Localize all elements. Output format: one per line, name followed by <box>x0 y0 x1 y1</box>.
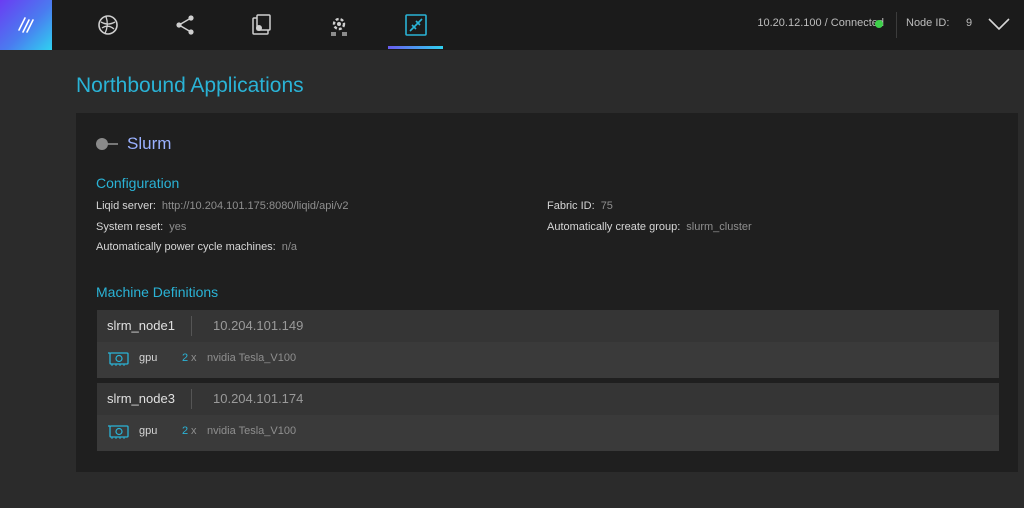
node-id-label: Node ID: <box>906 17 950 29</box>
connection-status-text: 10.20.12.100 / Connected <box>757 17 884 29</box>
share-network-icon <box>176 15 194 35</box>
system-reset-row: System reset: yes <box>96 221 186 233</box>
header-divider <box>896 12 897 38</box>
machine-ip: 10.204.101.174 <box>213 391 304 406</box>
dashboard-icon <box>98 15 118 35</box>
liqid-server-value: http://10.204.101.175:8080/liqid/api/v2 <box>161 200 349 212</box>
machine-device-row: gpu 2 x nvidia Tesla_V100 <box>97 342 999 378</box>
fabric-id-value: 75 <box>600 200 613 212</box>
nav-settings[interactable] <box>324 10 354 40</box>
gpu-icon <box>108 425 129 439</box>
top-bar: 10.20.12.100 / Connected Node ID: 9 <box>0 0 1024 50</box>
app-name: Slurm <box>127 134 172 153</box>
active-nav-indicator <box>388 46 443 49</box>
power-cycle-row: Automatically power cycle machines: n/a <box>96 241 297 253</box>
gpu-icon <box>108 352 129 366</box>
device-model: nvidia Tesla_V100 <box>207 425 297 437</box>
create-group-label: Automatically create group: <box>547 221 681 233</box>
device-multiplier: x <box>191 352 197 364</box>
nav-northbound-apps[interactable] <box>401 10 431 40</box>
device-multiplier: x <box>191 425 197 437</box>
chevron-down-icon[interactable] <box>987 16 1011 32</box>
device-type: gpu <box>139 352 158 364</box>
device-model: nvidia Tesla_V100 <box>207 352 297 364</box>
power-cycle-label: Automatically power cycle machines: <box>96 241 276 253</box>
device-count: 2 <box>182 352 189 364</box>
liqid-server-label: Liqid server: <box>96 200 156 212</box>
page-title: Northbound Applications <box>76 74 304 97</box>
machine-name: slrm_node1 <box>107 318 175 333</box>
machine-card[interactable]: slrm_node1 10.204.101.149 gpu 2 x nvidia… <box>97 310 999 378</box>
settings-gear-icon <box>331 17 347 36</box>
machine-card[interactable]: slrm_node3 10.204.101.174 gpu 2 x nvidia… <box>97 383 999 451</box>
nav-network[interactable] <box>170 10 200 40</box>
machine-ip: 10.204.101.149 <box>213 318 304 333</box>
machine-header: slrm_node1 10.204.101.149 <box>97 310 999 342</box>
devices-icon <box>252 14 271 35</box>
northbound-apps-icon <box>405 14 427 36</box>
device-type: gpu <box>139 425 158 437</box>
machine-header-divider <box>191 389 192 409</box>
system-reset-label: System reset: <box>96 221 164 233</box>
create-group-value: slurm_cluster <box>686 221 752 233</box>
nav-devices[interactable] <box>246 10 276 40</box>
power-cycle-value: n/a <box>281 241 298 253</box>
fabric-id-row: Fabric ID: 75 <box>547 200 613 212</box>
configuration-title: Configuration <box>96 175 180 191</box>
machine-device-row: gpu 2 x nvidia Tesla_V100 <box>97 415 999 451</box>
connection-status-indicator <box>875 20 883 28</box>
system-reset-value: yes <box>169 221 187 233</box>
fabric-id-label: Fabric ID: <box>547 200 595 212</box>
machine-header: slrm_node3 10.204.101.174 <box>97 383 999 415</box>
app-enable-toggle[interactable] <box>96 138 118 150</box>
logo-icon <box>18 17 34 33</box>
create-group-row: Automatically create group: slurm_cluster <box>547 221 752 233</box>
machine-definitions-title: Machine Definitions <box>96 284 219 300</box>
nav-dashboard[interactable] <box>93 10 123 40</box>
toggle-knob <box>96 138 108 150</box>
device-count: 2 <box>182 425 189 437</box>
liqid-server-row: Liqid server: http://10.204.101.175:8080/… <box>96 200 348 212</box>
machine-name: slrm_node3 <box>107 391 175 406</box>
node-id-value: 9 <box>966 17 973 29</box>
machine-header-divider <box>191 316 192 336</box>
liqid-logo[interactable] <box>0 0 52 50</box>
